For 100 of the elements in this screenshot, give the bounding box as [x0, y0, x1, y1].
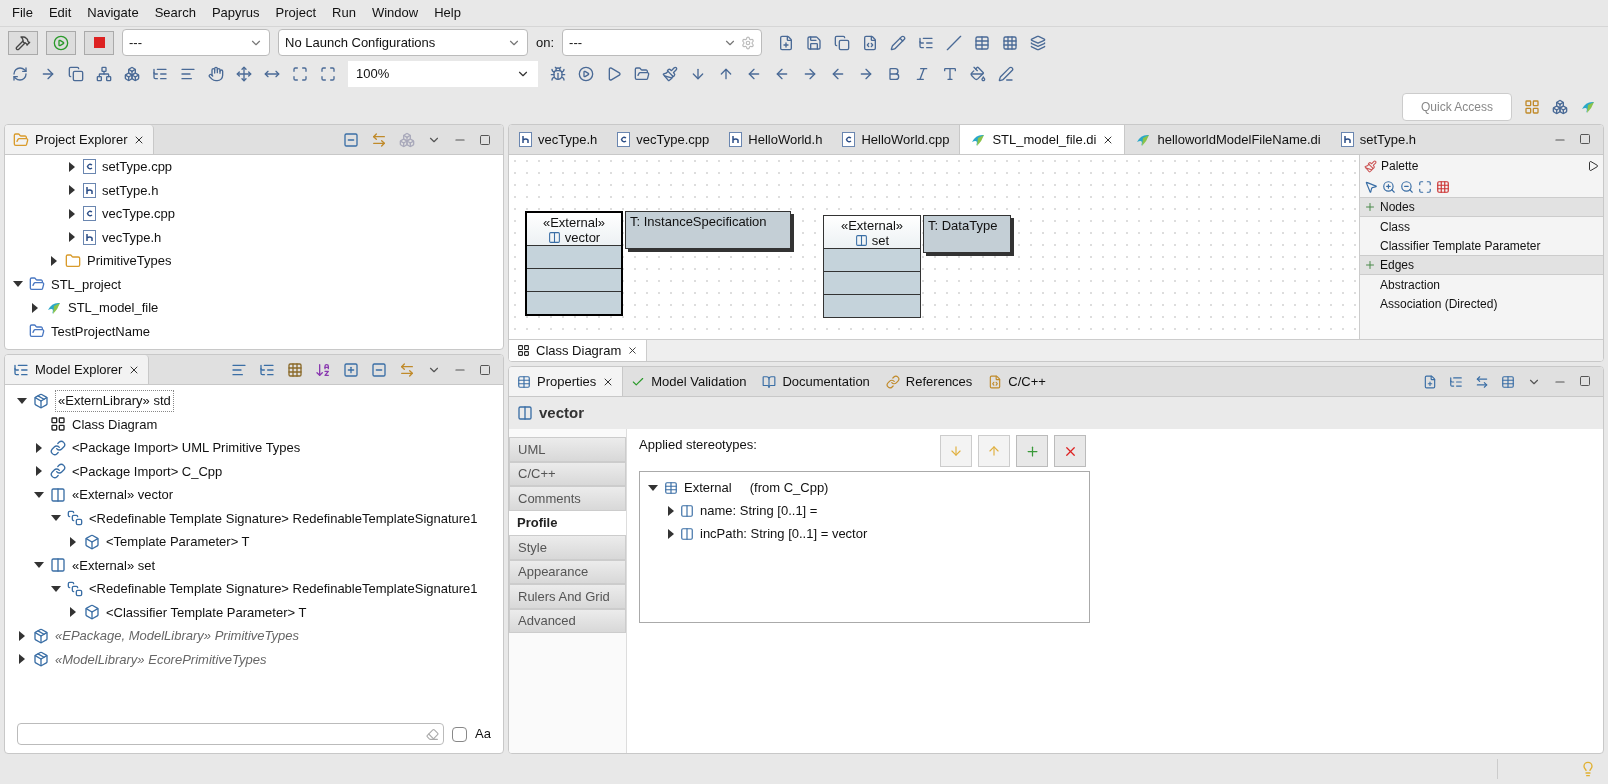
font-icon[interactable] [942, 66, 958, 82]
section-tab[interactable]: Profile [509, 510, 626, 535]
template-box[interactable]: T: InstanceSpecification [625, 211, 791, 249]
move-icon[interactable] [236, 66, 252, 82]
tree-item[interactable]: «ModelLibrary» EcorePrimitiveTypes [55, 649, 267, 669]
editor-tab[interactable]: HelloWorld.cpp [832, 125, 960, 154]
tree-item[interactable]: <Package Import> C_Cpp [72, 461, 223, 481]
launch-mode-dropdown[interactable]: --- [122, 29, 270, 56]
tree-item[interactable]: <Template Parameter> T [106, 532, 250, 552]
view-tab[interactable]: References [877, 367, 981, 396]
menu-item[interactable]: Navigate [79, 3, 147, 23]
expand-caret-icon[interactable] [668, 528, 674, 539]
template-box[interactable]: T: DataType [923, 215, 1011, 253]
expand-caret-icon[interactable] [32, 302, 38, 313]
maximize-icon[interactable] [479, 363, 491, 376]
tree-item[interactable]: <Redefinable Template Signature> RedefinableTemplateSignature1 [89, 579, 478, 599]
run-icon[interactable] [578, 66, 594, 82]
palette-item[interactable]: Abstraction [1360, 275, 1603, 294]
boxes-icon[interactable] [124, 66, 140, 82]
section-tab[interactable]: Advanced [509, 608, 626, 633]
view-tab[interactable]: Documentation [754, 367, 878, 396]
collapse-all-icon[interactable] [371, 361, 387, 378]
section-tab[interactable]: Style [509, 535, 626, 560]
menu-item[interactable]: Project [267, 3, 325, 23]
save-all-icon[interactable] [834, 34, 851, 51]
zoom-dropdown[interactable]: 100% [348, 61, 538, 87]
section-tab[interactable]: C/C++ [509, 461, 626, 486]
menu-item[interactable]: Papyrus [203, 3, 268, 23]
expand-all-icon[interactable] [343, 361, 359, 378]
tree-item[interactable]: «ExternLibrary» std [55, 390, 174, 412]
view-tab[interactable]: Model Validation [623, 367, 755, 396]
menu-item[interactable]: Search [146, 3, 204, 23]
layout-icon[interactable] [96, 66, 112, 82]
arrow-down-icon[interactable] [690, 66, 706, 82]
tree-item[interactable]: setType.h [102, 180, 159, 200]
table-icon[interactable] [287, 361, 303, 378]
class-node[interactable]: «External» set [823, 215, 921, 318]
palette-item[interactable]: Class [1360, 217, 1603, 236]
hand-icon[interactable] [208, 66, 224, 82]
menu-item[interactable]: Window [363, 3, 427, 23]
tree-item[interactable]: <Redefinable Template Signature> RedefinableTemplateSignature1 [89, 508, 478, 528]
select-icon[interactable] [1436, 180, 1450, 194]
stop-button[interactable] [84, 30, 114, 55]
tree-item[interactable]: STL_project [51, 274, 122, 294]
tree-item[interactable]: <Classifier Template Parameter> T [106, 602, 307, 622]
back-icon[interactable] [746, 66, 762, 82]
new-icon[interactable] [778, 34, 795, 51]
editor-tab[interactable]: helloworldModelFileName.di [1125, 125, 1331, 154]
expand-caret-icon[interactable] [19, 630, 25, 641]
pencil-icon[interactable] [890, 34, 907, 51]
select-icon[interactable] [320, 66, 336, 82]
maximize-icon[interactable] [1579, 374, 1591, 387]
link-icon[interactable] [399, 361, 415, 378]
tree-item[interactable]: vecType.cpp [102, 204, 175, 224]
tree-item[interactable]: «External» vector [72, 485, 174, 505]
collapse-caret-icon[interactable] [34, 562, 44, 569]
filter-field[interactable] [17, 723, 445, 745]
tree-item[interactable]: «EPackage, ModelLibrary» PrimitiveTypes [55, 626, 299, 646]
diagram-icon[interactable] [517, 344, 530, 357]
menu-item[interactable]: Edit [40, 3, 80, 23]
arrow-right-icon[interactable] [40, 66, 56, 82]
expand-caret-icon[interactable] [69, 232, 75, 243]
tree-item[interactable]: STL_model_file [68, 298, 159, 318]
play-icon[interactable] [53, 34, 69, 51]
close-icon[interactable] [627, 345, 639, 356]
brush-icon[interactable] [662, 66, 678, 82]
collapse-caret-icon[interactable] [17, 397, 27, 404]
tree-item[interactable]: «External» set [72, 555, 156, 575]
copy-icon[interactable] [68, 66, 84, 82]
tree-icon[interactable] [1449, 374, 1463, 389]
view-tab[interactable]: Model Explorer [5, 355, 150, 384]
section-tab[interactable]: UML [509, 437, 626, 462]
remove-button[interactable] [1054, 435, 1086, 467]
view-tab[interactable]: Properties [509, 367, 624, 396]
expand-caret-icon[interactable] [70, 536, 76, 547]
view-tab[interactable]: C/C++ [980, 367, 1054, 396]
palette-item[interactable]: Association (Directed) [1360, 294, 1603, 313]
collapse-caret-icon[interactable] [51, 585, 61, 592]
expand-caret-icon[interactable] [70, 607, 76, 618]
pen-icon[interactable] [998, 66, 1014, 82]
palette-item[interactable]: Classifier Template Parameter [1360, 236, 1603, 255]
arrows-icon[interactable] [1475, 374, 1489, 389]
open-perspective-icon[interactable] [1524, 99, 1540, 115]
table-icon[interactable] [974, 34, 991, 51]
collapse-caret-icon[interactable] [13, 281, 23, 288]
marquee-icon[interactable] [1418, 180, 1432, 194]
collapse-caret-icon[interactable] [648, 484, 658, 491]
tree-item[interactable]: vecType.h [102, 227, 162, 247]
class-node[interactable]: «External» vector [525, 211, 623, 316]
hierarchy-icon[interactable] [152, 66, 168, 82]
properties-icon[interactable] [517, 374, 531, 389]
palette-group-header[interactable]: Edges [1360, 255, 1603, 275]
run-config-icon[interactable] [606, 66, 622, 82]
arrow-up-icon[interactable] [718, 66, 734, 82]
collapse-caret-icon[interactable] [51, 515, 61, 522]
tree-item[interactable]: <Package Import> UML Primitive Types [72, 438, 301, 458]
table-icon[interactable] [1501, 374, 1515, 389]
perspective-icon[interactable] [1552, 99, 1568, 115]
tree-item[interactable]: Class Diagram [72, 414, 158, 434]
zoom-out-icon[interactable] [1400, 180, 1414, 194]
